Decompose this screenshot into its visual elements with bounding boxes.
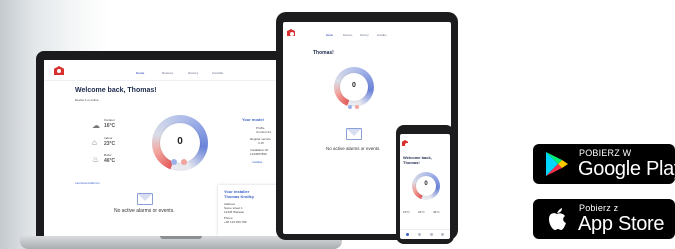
tab-home-icon[interactable]: [406, 233, 409, 236]
your-model-heading: Your model: [242, 117, 264, 122]
welcome-heading-line2: Thomas!: [403, 160, 420, 165]
no-alarms-message: No active alarms or events.: [114, 208, 175, 214]
bottom-tab-bar: [400, 229, 450, 239]
google-badge-main: Google Play: [578, 158, 675, 180]
installer-name: Thomas Kroliky: [224, 194, 255, 199]
weather-label: Indoor: [104, 136, 113, 140]
tab-history[interactable]: History: [360, 34, 369, 37]
weather-temp: 16°C: [104, 123, 116, 129]
gauge-value: 0: [352, 82, 356, 89]
cloud-icon: ☁: [92, 121, 100, 130]
brand-logo-icon[interactable]: [287, 29, 295, 36]
installer-line: 12345 Warsaw: [224, 210, 244, 214]
model-line: 3.15: [258, 141, 264, 145]
tab-installer[interactable]: Installer: [212, 71, 224, 75]
weather-label: Boiler: [104, 153, 112, 157]
temperature-gauge[interactable]: 0: [334, 67, 374, 107]
gauge-center: 0: [160, 123, 200, 163]
welcome-heading: Welcome back, Thomas!: [75, 87, 157, 94]
gauge-center: 0: [340, 73, 368, 101]
temperature-gauge[interactable]: 0: [152, 115, 208, 171]
apple-badge-main: App Store: [578, 213, 665, 235]
weather-temp: 16°C: [403, 210, 410, 214]
weather-temp: 46°C: [433, 210, 440, 214]
laptop-notch: [160, 236, 202, 239]
tab-devices-icon[interactable]: [418, 233, 421, 236]
google-play-badge[interactable]: POBIERZ W Google Play: [533, 144, 675, 184]
weather-temp: 23°C: [418, 210, 425, 214]
app-store-badge[interactable]: Pobierz z App Store: [533, 199, 675, 239]
google-play-icon: [546, 152, 568, 176]
google-badge-top: POBIERZ W: [579, 148, 632, 158]
tab-home[interactable]: Home: [326, 34, 333, 37]
tab-history[interactable]: History: [188, 71, 198, 75]
brand-logo-icon[interactable]: [54, 66, 64, 75]
apple-icon: [549, 208, 566, 230]
no-alarms-message: No active alarms or events.: [326, 146, 381, 151]
mode-heat-icon[interactable]: [355, 105, 359, 109]
tab-home[interactable]: Home: [136, 71, 144, 75]
boiler-icon: ♨: [92, 155, 100, 164]
weather-label: Outdoor: [104, 118, 115, 122]
tab-installer-icon[interactable]: [441, 233, 444, 236]
mail-icon: [346, 128, 362, 140]
brand-logo-icon[interactable]: [402, 140, 408, 146]
gauge-value: 0: [177, 136, 183, 147]
tab-installer[interactable]: Installer: [377, 34, 387, 37]
phone-screen: Welcome back, Thomas! 0 16°C 23°C 46°C: [400, 134, 450, 239]
installer-link[interactable]: Installer: [252, 160, 263, 164]
tab-devices[interactable]: Devices: [162, 71, 173, 75]
tab-devices[interactable]: Devices: [343, 34, 352, 37]
apple-badge-top: Pobierz z: [579, 203, 619, 213]
welcome-heading: Thomas!: [313, 50, 334, 56]
status-subtitle: Device 1 is online: [75, 98, 99, 102]
home-icon: ⌂: [92, 138, 97, 147]
installer-card: Your installer Thomas Kroliky Address So…: [218, 185, 284, 236]
weather-temp: 46°C: [104, 158, 116, 164]
mode-heat-icon[interactable]: [181, 159, 187, 165]
installer-line: +48 123 456 789: [224, 220, 247, 224]
gauge-value: 0: [424, 181, 428, 187]
model-line: Comfort 24: [256, 130, 271, 134]
mode-cool-icon[interactable]: [171, 159, 177, 165]
last-events-link[interactable]: Last Events/Errors: [75, 181, 100, 185]
temperature-gauge[interactable]: 0: [412, 172, 440, 200]
mail-icon: [137, 193, 153, 205]
model-line: 1234567890: [250, 152, 267, 156]
mode-cool-icon[interactable]: [348, 105, 352, 109]
gauge-center: 0: [416, 176, 436, 196]
tab-history-icon[interactable]: [430, 233, 433, 236]
weather-temp: 23°C: [104, 141, 116, 147]
